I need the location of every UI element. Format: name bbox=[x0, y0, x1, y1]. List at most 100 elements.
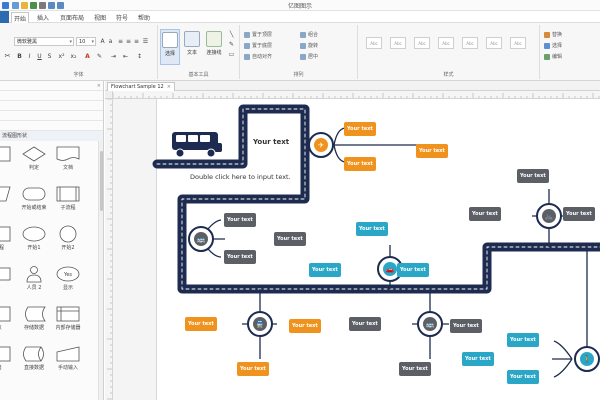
drawing-canvas[interactable]: ✈ 🚌 🚗 🚲 🚆 🚌 🚶 Your text Double click here to i… bbox=[113, 99, 600, 400]
car-icon[interactable] bbox=[172, 132, 222, 158]
shape-direct-data[interactable]: 直接数据 bbox=[17, 343, 51, 377]
font-name-select[interactable]: 微软雅黑 ▾ bbox=[14, 37, 74, 46]
tab-help[interactable]: 帮助 bbox=[136, 13, 152, 22]
shape-storage[interactable]: 储 bbox=[0, 343, 16, 377]
italic-icon[interactable]: I bbox=[26, 53, 33, 60]
shape-terminator[interactable]: 开始或结束 bbox=[17, 183, 51, 217]
align-center-icon[interactable]: ≡ bbox=[125, 38, 132, 45]
scroll-thumb[interactable] bbox=[100, 151, 103, 211]
node-orange[interactable]: Your text bbox=[416, 144, 448, 158]
train-icon[interactable]: 🚆 bbox=[247, 311, 273, 337]
shape-manual-input[interactable]: 手动输入 bbox=[51, 343, 85, 377]
node-teal[interactable]: Your text bbox=[462, 352, 494, 366]
style-swatch-6[interactable]: Abc bbox=[486, 37, 502, 49]
library-search-row[interactable]: × bbox=[0, 81, 103, 91]
shape-db[interactable]: 数 bbox=[0, 303, 16, 337]
style-swatch-5[interactable]: Abc bbox=[462, 37, 478, 49]
group-button[interactable]: 组合 bbox=[300, 31, 318, 39]
pedestrian-icon[interactable]: 🚶 bbox=[574, 346, 600, 372]
shape-start1[interactable]: 开始1 bbox=[17, 223, 51, 257]
replace-button[interactable]: 替换 bbox=[544, 31, 562, 39]
node-gray[interactable]: Your text bbox=[274, 232, 306, 246]
cut-icon[interactable]: ✂ bbox=[4, 53, 11, 60]
bus-icon[interactable]: 🚌 bbox=[188, 226, 214, 252]
file-menu-button[interactable] bbox=[0, 11, 9, 23]
tab-home[interactable]: 开始 bbox=[11, 12, 30, 23]
node-teal[interactable]: Your text bbox=[397, 263, 429, 277]
auto-align-button[interactable]: 自动对齐 bbox=[244, 53, 272, 61]
document-tab[interactable]: Flowchart Sample 12 × bbox=[107, 82, 175, 91]
shape-misc[interactable]: 1 bbox=[0, 263, 16, 297]
grow-font-icon[interactable]: A bbox=[99, 38, 106, 45]
node-orange[interactable]: Your text bbox=[237, 362, 269, 376]
node-teal[interactable]: Your text bbox=[507, 333, 539, 347]
shape-subprocess[interactable]: 子流程 bbox=[51, 183, 85, 217]
rotate-button[interactable]: 旋转 bbox=[300, 42, 318, 50]
node-orange[interactable]: Your text bbox=[289, 319, 321, 333]
node-gray[interactable]: Your text bbox=[517, 169, 549, 183]
library-row[interactable] bbox=[0, 91, 103, 101]
close-tab-icon[interactable]: × bbox=[167, 84, 171, 90]
shape-person[interactable]: 人员 2 bbox=[17, 263, 51, 297]
select-tool-button[interactable]: 选择 bbox=[160, 29, 180, 65]
node-gray[interactable]: Your text bbox=[469, 207, 501, 221]
library-row[interactable] bbox=[0, 111, 103, 121]
node-gray[interactable]: Your text bbox=[224, 250, 256, 264]
shape-display[interactable]: Yes 显示 bbox=[51, 263, 85, 297]
bus-icon[interactable]: 🚌 bbox=[417, 311, 443, 337]
shape-flow[interactable]: 流程 bbox=[0, 223, 16, 257]
tab-insert[interactable]: 插入 bbox=[35, 13, 51, 22]
line-tool-icon[interactable]: ╲ bbox=[228, 31, 235, 38]
input-hint-text[interactable]: Double click here to input text. bbox=[190, 173, 291, 181]
flowchart-shapes-header[interactable]: 流程图形状 bbox=[0, 131, 103, 141]
style-swatch-1[interactable]: Abc bbox=[366, 37, 382, 49]
shape-data[interactable] bbox=[0, 183, 16, 217]
library-row[interactable] bbox=[0, 121, 103, 131]
style-swatch-2[interactable]: Abc bbox=[390, 37, 406, 49]
send-back-button[interactable]: 置于底层 bbox=[244, 42, 272, 50]
node-teal[interactable]: Your text bbox=[309, 263, 341, 277]
shape-stored-data[interactable]: 存储数据 bbox=[17, 303, 51, 337]
center-button[interactable]: 居中 bbox=[300, 53, 318, 61]
node-gray[interactable]: Your text bbox=[399, 362, 431, 376]
bring-front-button[interactable]: 置于顶层 bbox=[244, 31, 272, 39]
edit-button[interactable]: 编辑 bbox=[544, 53, 562, 61]
bold-icon[interactable]: B bbox=[16, 53, 23, 60]
diagram-page[interactable]: ✈ 🚌 🚗 🚲 🚆 🚌 🚶 Your text Double click here to i… bbox=[152, 99, 600, 400]
airplane-icon[interactable]: ✈ bbox=[308, 132, 334, 158]
node-gray[interactable]: Your text bbox=[450, 319, 482, 333]
shape-start2[interactable]: 开始2 bbox=[51, 223, 85, 257]
select-button[interactable]: 选择 bbox=[544, 42, 562, 50]
node-gray[interactable]: Your text bbox=[224, 213, 256, 227]
bullets-icon[interactable]: ☰ bbox=[142, 38, 149, 45]
style-swatch-3[interactable]: Abc bbox=[414, 37, 430, 49]
connector-tool-button[interactable]: 连接线 bbox=[204, 29, 224, 65]
line-spacing-icon[interactable]: ↕ bbox=[136, 53, 143, 60]
shape-decision[interactable]: 判定 bbox=[17, 143, 51, 177]
text-tool-button[interactable]: 文本 bbox=[182, 29, 202, 65]
style-swatch-4[interactable]: Abc bbox=[438, 37, 454, 49]
node-teal[interactable]: Your text bbox=[356, 222, 388, 236]
outdent-icon[interactable]: ⇤ bbox=[122, 53, 129, 60]
strikethrough-icon[interactable]: S bbox=[46, 53, 53, 60]
shrink-font-icon[interactable]: a bbox=[107, 38, 114, 45]
node-orange[interactable]: Your text bbox=[185, 317, 217, 331]
pen-tool-icon[interactable]: ✎ bbox=[228, 41, 235, 48]
underline-icon[interactable]: U bbox=[36, 53, 43, 60]
align-right-icon[interactable]: ≡ bbox=[133, 38, 140, 45]
node-gray[interactable]: Your text bbox=[349, 317, 381, 331]
node-orange[interactable]: Your text bbox=[344, 157, 376, 171]
font-size-select[interactable]: 10 ▾ bbox=[76, 37, 96, 46]
node-orange[interactable]: Your text bbox=[344, 122, 376, 136]
subscript-icon[interactable]: x₂ bbox=[70, 53, 77, 60]
main-text-label[interactable]: Your text bbox=[253, 138, 289, 146]
fill-tool-icon[interactable]: ▭ bbox=[228, 51, 235, 58]
align-left-icon[interactable]: ≡ bbox=[117, 38, 124, 45]
superscript-icon[interactable]: x² bbox=[58, 53, 65, 60]
shape-document[interactable]: 文档 bbox=[51, 143, 85, 177]
indent-icon[interactable]: ⇥ bbox=[110, 53, 117, 60]
highlight-icon[interactable]: ✎ bbox=[96, 53, 103, 60]
shape-process[interactable] bbox=[0, 143, 16, 177]
tab-view[interactable]: 视图 bbox=[92, 13, 108, 22]
style-swatch-7[interactable]: Abc bbox=[510, 37, 526, 49]
